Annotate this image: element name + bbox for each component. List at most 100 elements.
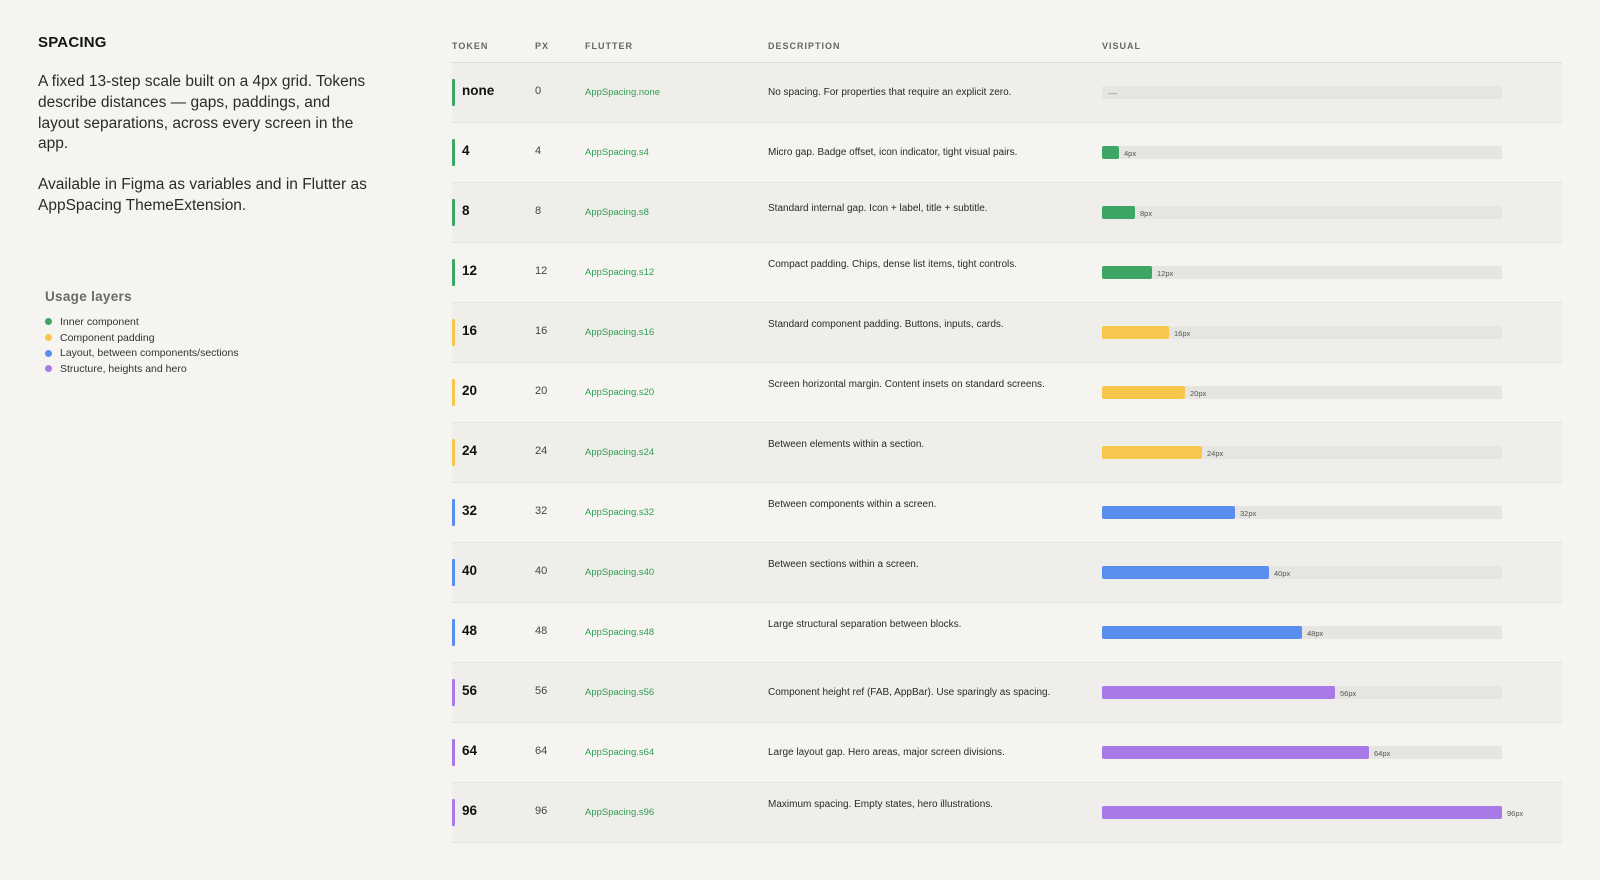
visual-label: 20px <box>1190 389 1207 398</box>
visual-track: — <box>1102 86 1502 99</box>
token-description: Standard component padding. Buttons, inp… <box>768 319 1004 330</box>
px-value: 16 <box>535 325 548 337</box>
table-row: 24 24 AppSpacing.s24 Between elements withi… <box>452 423 1562 483</box>
visual-track: 12px <box>1102 266 1502 279</box>
visual-track: 40px <box>1102 566 1502 579</box>
token-name: 32 <box>462 503 478 518</box>
layer-accent-bar <box>452 439 455 466</box>
usage-legend: Usage layers Inner component Component pa… <box>45 289 239 377</box>
table-row: 64 64 AppSpacing.s64 Large layout gap. Hero… <box>452 723 1562 783</box>
layer-accent-bar <box>452 679 455 706</box>
visual-label: 56px <box>1340 689 1357 698</box>
token-description: Maximum spacing. Empty states, hero illu… <box>768 799 994 810</box>
layer-accent-bar <box>452 79 455 106</box>
token-name: 12 <box>462 263 478 278</box>
legend-dot-icon <box>45 334 52 342</box>
visual-bar <box>1102 446 1202 459</box>
spacing-table: TOKEN PX FLUTTER DESCRIPTION VISUAL none… <box>452 36 1562 843</box>
px-value: 64 <box>535 745 548 757</box>
visual-bar <box>1102 746 1369 759</box>
px-value: 40 <box>535 565 548 577</box>
visual-label: 24px <box>1207 449 1224 458</box>
intro-text: A fixed 13-step scale built on a 4px gri… <box>38 72 368 217</box>
visual-track: 64px <box>1102 746 1502 759</box>
visual-bar <box>1102 566 1269 579</box>
visual-track: 96px <box>1102 806 1523 819</box>
flutter-token: AppSpacing.s16 <box>585 327 655 338</box>
header-flutter: FLUTTER <box>585 41 633 51</box>
visual-bar <box>1102 146 1119 159</box>
layer-accent-bar <box>452 259 455 286</box>
token-name: 16 <box>462 323 478 338</box>
flutter-token: AppSpacing.s56 <box>585 687 655 698</box>
table-row: 32 32 AppSpacing.s32 Between components wit… <box>452 483 1562 543</box>
visual-bar <box>1102 806 1502 819</box>
px-value: 0 <box>535 85 542 97</box>
legend-label: Structure, heights and hero <box>60 362 187 375</box>
legend-label: Component padding <box>60 331 155 344</box>
legend-item: Structure, heights and hero <box>45 361 239 377</box>
token-description: Component height ref (FAB, AppBar). Use … <box>768 687 1051 698</box>
legend-item: Inner component <box>45 314 239 330</box>
px-value: 20 <box>535 385 548 397</box>
flutter-token: AppSpacing.s12 <box>585 267 655 278</box>
table-row: 96 96 AppSpacing.s96 Maximum spacing. Empty… <box>452 783 1562 843</box>
intro-paragraph: A fixed 13-step scale built on a 4px gri… <box>38 73 366 153</box>
legend-dot-icon <box>45 318 52 326</box>
token-description: Standard internal gap. Icon + label, tit… <box>768 203 988 214</box>
visual-track: 32px <box>1102 506 1502 519</box>
visual-label: 8px <box>1140 209 1153 218</box>
visual-track: 20px <box>1102 386 1502 399</box>
token-name: 24 <box>462 443 478 458</box>
table-row: 40 40 AppSpacing.s40 Between sections withi… <box>452 543 1562 603</box>
flutter-token: AppSpacing.s40 <box>585 567 655 578</box>
token-name: 8 <box>462 203 470 218</box>
token-description: Compact padding. Chips, dense list items… <box>768 259 1018 270</box>
layer-accent-bar <box>452 199 455 226</box>
token-description: Large structural separation between bloc… <box>768 619 962 630</box>
legend-label: Layout, between components/sections <box>60 347 239 360</box>
px-value: 48 <box>535 625 548 637</box>
table-row: 16 16 AppSpacing.s16 Standard component pad… <box>452 303 1562 363</box>
legend-item: Component padding <box>45 330 239 346</box>
flutter-token: AppSpacing.s4 <box>585 147 649 158</box>
token-name: 64 <box>462 743 478 758</box>
visual-label: 12px <box>1157 269 1174 278</box>
legend-dot-icon <box>45 365 52 373</box>
table-row: 56 56 AppSpacing.s56 Component height ref (… <box>452 663 1562 723</box>
visual-label: — <box>1108 88 1117 98</box>
intro-panel: SPACING A fixed 13-step scale built on a… <box>38 34 368 237</box>
flutter-token: AppSpacing.s8 <box>585 207 649 218</box>
flutter-token: AppSpacing.s48 <box>585 627 655 638</box>
token-description: Between sections within a screen. <box>768 559 919 570</box>
legend-label: Inner component <box>60 315 139 328</box>
token-name: none <box>462 83 495 98</box>
visual-track: 48px <box>1102 626 1502 639</box>
px-value: 24 <box>535 445 548 457</box>
visual-bar <box>1102 686 1335 699</box>
legend-dot-icon <box>45 349 52 357</box>
header-visual: VISUAL <box>1102 41 1142 51</box>
visual-bar <box>1102 326 1169 339</box>
visual-bar <box>1102 626 1302 639</box>
header-token: TOKEN <box>452 41 489 51</box>
visual-track: 24px <box>1102 446 1502 459</box>
px-value: 32 <box>535 505 548 517</box>
section-title: SPACING <box>38 34 107 51</box>
table-row: 8 8 AppSpacing.s8 Standard internal gap. Ic… <box>452 183 1562 243</box>
flutter-token: AppSpacing.s24 <box>585 447 655 458</box>
layer-accent-bar <box>452 799 455 826</box>
table-row: 4 4 AppSpacing.s4 Micro gap. Badge offset, … <box>452 123 1562 183</box>
visual-label: 16px <box>1174 329 1191 338</box>
layer-accent-bar <box>452 319 455 346</box>
visual-label: 32px <box>1240 509 1257 518</box>
layer-accent-bar <box>452 559 455 586</box>
flutter-token: AppSpacing.s64 <box>585 747 655 758</box>
visual-bar <box>1102 266 1152 279</box>
visual-bar <box>1102 386 1185 399</box>
visual-track: 56px <box>1102 686 1502 699</box>
table-row: 12 12 AppSpacing.s12 Compact padding. Chips… <box>452 243 1562 303</box>
token-description: Between components within a screen. <box>768 499 937 510</box>
token-description: No spacing. For properties that require … <box>768 87 1012 98</box>
px-value: 8 <box>535 205 542 217</box>
